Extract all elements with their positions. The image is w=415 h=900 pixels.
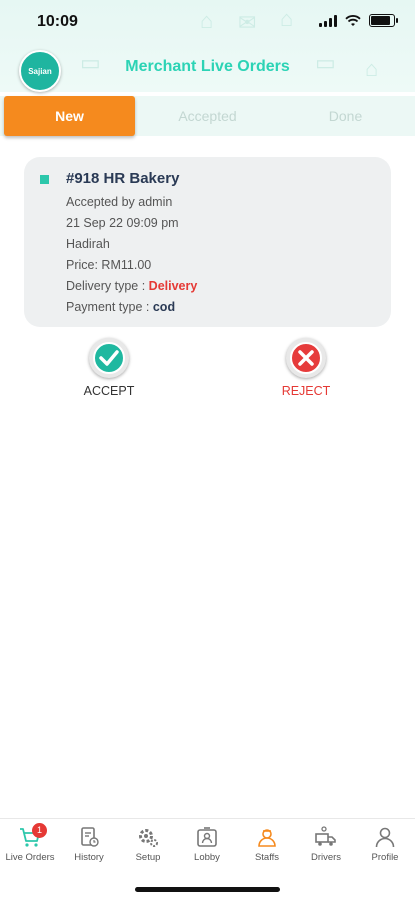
order-price: Price: RM11.00 xyxy=(66,258,152,272)
nav-label-live-orders: Live Orders xyxy=(5,852,55,863)
signal-icon xyxy=(319,14,337,27)
battery-icon xyxy=(369,14,398,27)
accepted-by: Accepted by admin xyxy=(66,195,173,209)
tab-accepted[interactable]: Accepted xyxy=(140,96,275,136)
nav-label-drivers: Drivers xyxy=(310,852,342,863)
home-indicator[interactable] xyxy=(135,887,280,892)
staff-icon xyxy=(258,829,276,847)
bottom-nav: 1 Live Orders History Setup Lobby Staffs… xyxy=(0,818,415,879)
order-tabs: New Accepted Done xyxy=(0,96,415,136)
delivery-type-label: Delivery type : xyxy=(66,279,149,293)
nav-label-profile: Profile xyxy=(371,852,399,863)
status-indicator xyxy=(40,175,49,184)
reject-label: REJECT xyxy=(281,384,331,398)
delivery-type-value: Delivery xyxy=(148,279,198,293)
accept-label: ACCEPT xyxy=(83,384,135,398)
nav-lobby[interactable]: Lobby xyxy=(177,825,237,863)
check-icon xyxy=(93,342,125,374)
nav-label-staffs: Staffs xyxy=(254,852,280,863)
page-title: Merchant Live Orders xyxy=(125,58,290,75)
accept-button[interactable]: ACCEPT xyxy=(74,338,144,398)
tab-done[interactable]: Done xyxy=(278,96,413,136)
gear-icon xyxy=(139,829,158,847)
person-icon xyxy=(375,827,395,848)
nav-label-lobby: Lobby xyxy=(194,852,220,863)
status-bar: 10:09 xyxy=(0,0,415,44)
nav-label-history: History xyxy=(74,852,104,863)
order-card[interactable]: #918 HR Bakery Accepted by admin 21 Sep … xyxy=(24,157,391,327)
nav-drivers[interactable]: Drivers xyxy=(296,825,356,863)
customer-name: Hadirah xyxy=(66,237,110,251)
nav-history[interactable]: History xyxy=(59,825,119,863)
wifi-icon xyxy=(345,14,361,26)
cross-icon xyxy=(290,342,322,374)
nav-live-orders[interactable]: 1 Live Orders xyxy=(0,823,60,863)
status-icons xyxy=(319,14,398,27)
truck-icon xyxy=(315,826,336,846)
nav-profile[interactable]: Profile xyxy=(355,825,415,863)
payment-type-value: cod xyxy=(152,300,176,314)
history-icon xyxy=(81,827,99,847)
delivery-type: Delivery type : Delivery xyxy=(66,279,197,293)
lobby-icon xyxy=(197,827,217,847)
nav-label-setup: Setup xyxy=(135,852,161,863)
order-title: #918 HR Bakery xyxy=(66,170,180,187)
tab-new[interactable]: New xyxy=(4,96,135,136)
payment-type-label: Payment type : xyxy=(66,300,153,314)
nav-setup[interactable]: Setup xyxy=(118,825,178,863)
order-datetime: 21 Sep 22 09:09 pm xyxy=(66,216,179,230)
status-time: 10:09 xyxy=(37,13,78,30)
notification-badge: 1 xyxy=(32,823,47,838)
nav-staffs[interactable]: Staffs xyxy=(237,825,297,863)
reject-button[interactable]: REJECT xyxy=(271,338,341,398)
payment-type: Payment type : cod xyxy=(66,300,175,314)
